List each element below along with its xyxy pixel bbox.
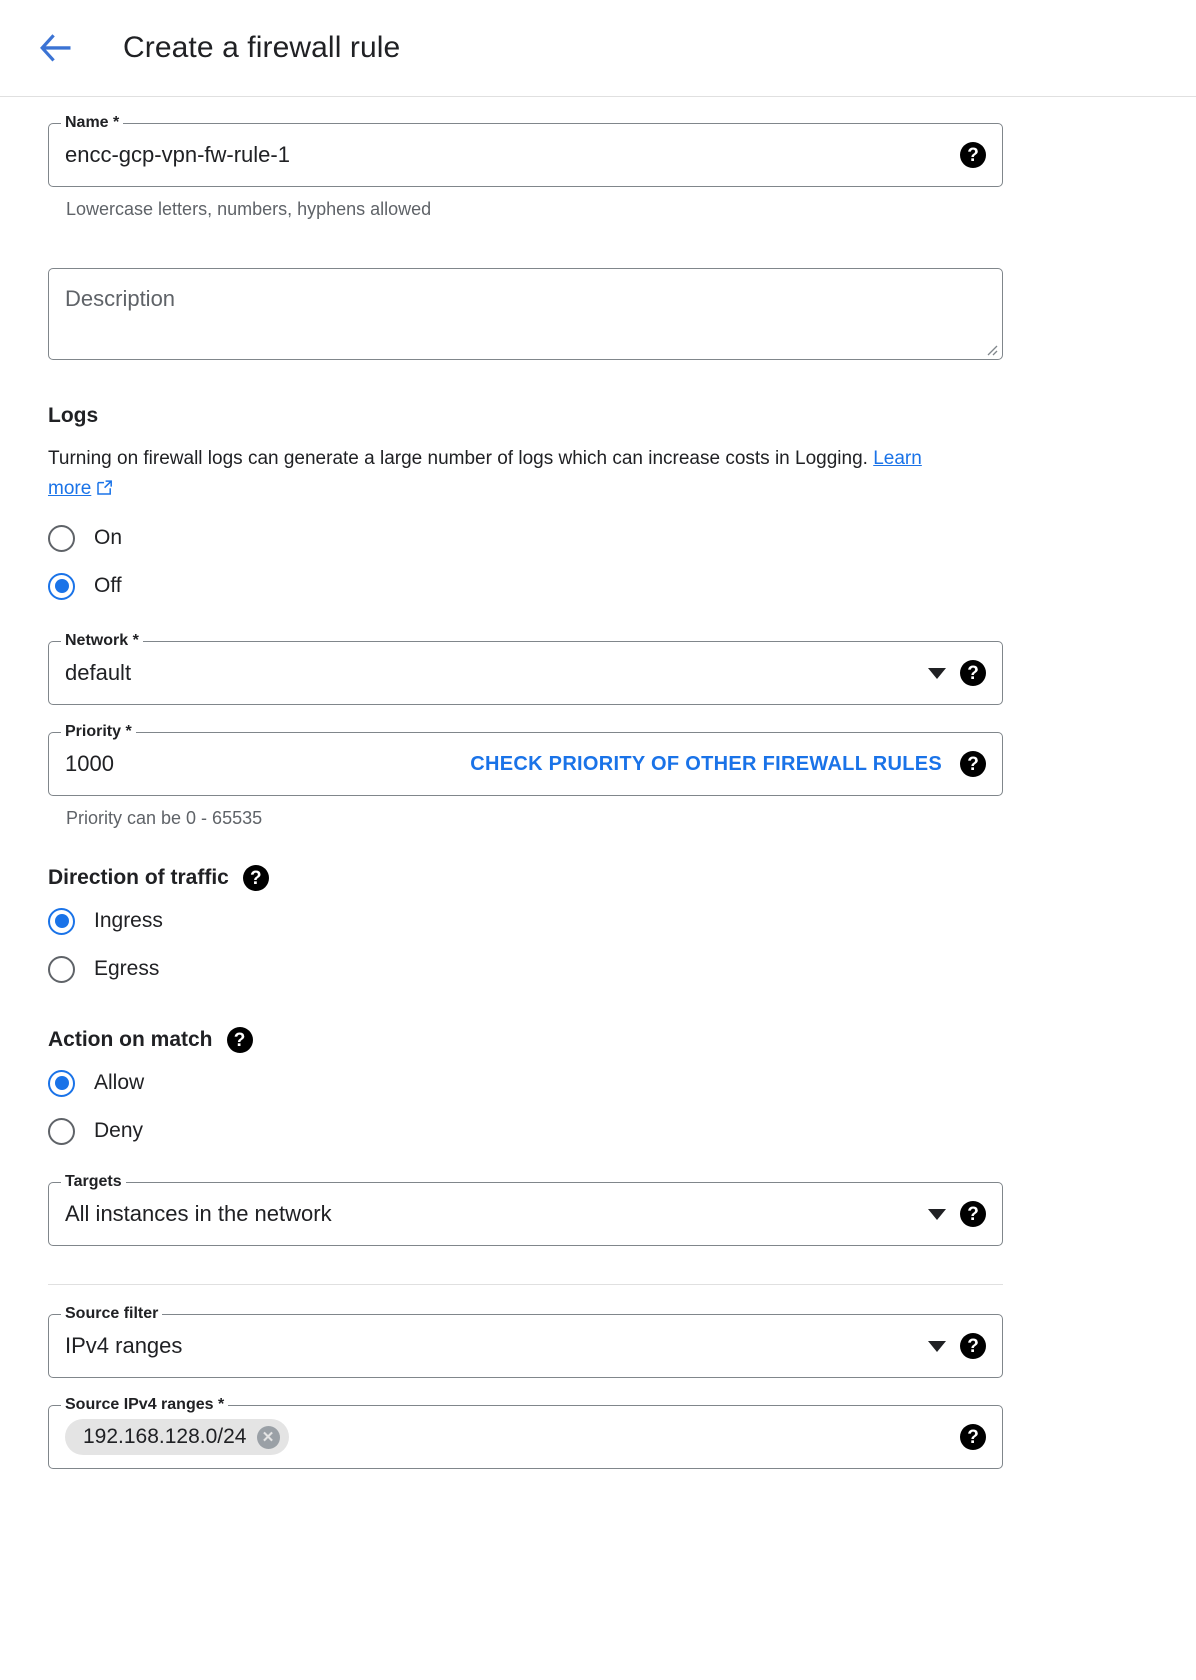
source-filter-field[interactable]: Source filter IPv4 ranges ? — [48, 1305, 1003, 1378]
name-helper-text: Lowercase letters, numbers, hyphens allo… — [66, 199, 432, 219]
logs-section-title: Logs — [48, 404, 1196, 428]
logs-option-off-label: Off — [94, 574, 122, 597]
priority-helper-text: Priority can be 0 - 65535 — [66, 808, 263, 828]
logs-description: Turning on firewall logs can generate a … — [48, 444, 948, 506]
direction-title-text: Direction of traffic — [48, 866, 229, 889]
source-ranges-field[interactable]: Source IPv4 ranges * 192.168.128.0/24 ✕ … — [48, 1396, 1003, 1469]
logs-option-on[interactable]: On — [48, 514, 1196, 562]
direction-option-ingress[interactable]: Ingress — [48, 897, 1196, 945]
name-input[interactable]: encc-gcp-vpn-fw-rule-1 — [65, 141, 946, 169]
targets-label: Targets — [61, 1173, 126, 1191]
description-field[interactable]: Description — [48, 268, 1003, 360]
action-option-allow[interactable]: Allow — [48, 1059, 1196, 1107]
radio-icon[interactable] — [48, 1117, 75, 1145]
chevron-down-icon[interactable] — [928, 667, 946, 679]
logs-option-on-label: On — [94, 526, 123, 549]
name-field[interactable]: Name * encc-gcp-vpn-fw-rule-1 ? — [48, 114, 1003, 187]
help-icon[interactable]: ? — [226, 1027, 253, 1053]
help-icon[interactable]: ? — [960, 142, 986, 168]
action-option-deny-label: Deny — [94, 1119, 144, 1142]
arrow-left-icon — [39, 33, 73, 63]
source-ranges-label: Source IPv4 ranges * — [61, 1396, 229, 1414]
chevron-down-icon[interactable] — [928, 1208, 946, 1220]
direction-option-egress-label: Egress — [94, 957, 160, 980]
priority-label: Priority * — [61, 723, 136, 741]
targets-field[interactable]: Targets All instances in the network ? — [48, 1173, 1003, 1246]
direction-option-ingress-label: Ingress — [94, 909, 163, 932]
help-icon[interactable]: ? — [960, 751, 986, 777]
action-option-allow-label: Allow — [94, 1071, 145, 1094]
chip-label: 192.168.128.0/24 — [83, 1425, 247, 1448]
description-input[interactable]: Description — [65, 285, 986, 313]
logs-option-off[interactable]: Off — [48, 562, 1196, 610]
close-icon[interactable]: ✕ — [256, 1425, 280, 1449]
radio-icon-selected[interactable] — [48, 1069, 75, 1097]
help-icon[interactable]: ? — [960, 660, 986, 686]
radio-icon-selected[interactable] — [48, 907, 75, 935]
external-link-icon[interactable] — [96, 476, 113, 506]
action-section-title: Action on match ? — [48, 1027, 1196, 1053]
radio-icon-selected[interactable] — [48, 572, 75, 600]
chevron-down-icon[interactable] — [928, 1340, 946, 1352]
source-filter-label: Source filter — [61, 1305, 163, 1323]
help-icon[interactable]: ? — [242, 865, 269, 891]
help-icon[interactable]: ? — [960, 1201, 986, 1227]
network-field[interactable]: Network * default ? — [48, 632, 1003, 705]
logs-title-text: Logs — [48, 404, 99, 427]
help-icon[interactable]: ? — [960, 1333, 986, 1359]
direction-section-title: Direction of traffic ? — [48, 865, 1196, 891]
priority-field[interactable]: Priority * 1000 CHECK PRIORITY OF OTHER … — [48, 723, 1003, 796]
priority-input[interactable]: 1000 — [65, 750, 114, 778]
source-ranges-chip-list: 192.168.128.0/24 ✕ — [65, 1419, 946, 1455]
radio-icon[interactable] — [48, 955, 75, 983]
targets-select-value[interactable]: All instances in the network — [65, 1200, 918, 1228]
page-title: Create a firewall rule — [123, 31, 401, 64]
network-select-value[interactable]: default — [65, 659, 918, 687]
section-divider — [48, 1284, 1003, 1285]
logs-description-text: Turning on firewall logs can generate a … — [48, 448, 868, 469]
action-title-text: Action on match — [48, 1028, 213, 1051]
direction-option-egress[interactable]: Egress — [48, 945, 1196, 993]
chip[interactable]: 192.168.128.0/24 ✕ — [65, 1419, 289, 1455]
action-option-deny[interactable]: Deny — [48, 1107, 1196, 1155]
source-filter-select-value[interactable]: IPv4 ranges — [65, 1332, 918, 1360]
resize-handle-icon[interactable] — [984, 342, 998, 356]
back-button[interactable] — [34, 26, 78, 70]
name-label: Name * — [61, 114, 124, 132]
page-header: Create a firewall rule — [0, 0, 1196, 97]
help-icon[interactable]: ? — [960, 1424, 986, 1450]
firewall-rule-form: Name * encc-gcp-vpn-fw-rule-1 ? Lowercas… — [0, 114, 1196, 1469]
check-priority-link[interactable]: CHECK PRIORITY OF OTHER FIREWALL RULES — [470, 753, 946, 776]
network-label: Network * — [61, 632, 143, 650]
radio-icon[interactable] — [48, 524, 75, 552]
